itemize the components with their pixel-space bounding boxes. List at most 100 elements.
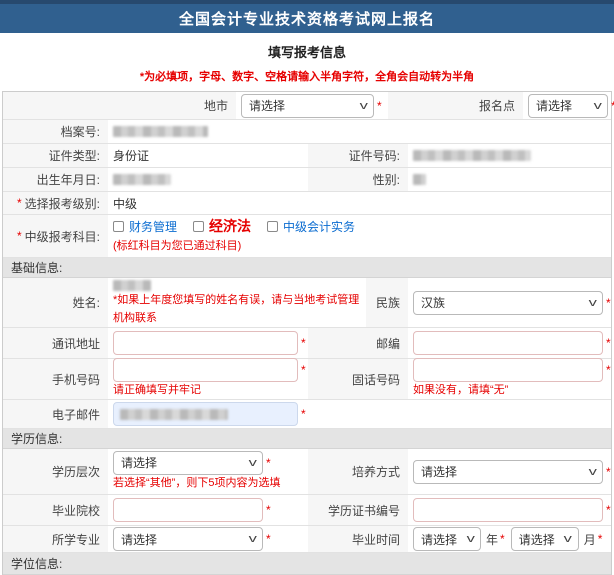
edu-level-label: 学历层次 [3,449,108,494]
section-basic-info: 基础信息: [3,258,611,278]
row-edulevel-training: 学历层次 请选择 v * 若选择“其他”，则下5项内容为选填 培养方式 请选择 … [3,449,611,495]
grad-year-select[interactable]: 请选择 v [413,527,481,551]
birth-label: 出生年月日: [3,168,108,191]
chevron-down-icon: v [248,533,256,545]
major-select[interactable]: 请选择 v [113,527,263,551]
address-label: 通讯地址 [3,328,108,358]
row-subjects: * 中级报考科目: 财务管理 经济法 中级会计实务 (标红科目为您已通过科目) [3,215,611,258]
chevron-down-icon: v [248,457,256,469]
address-input[interactable] [113,331,298,355]
city-select-value: 请选择 [249,97,285,114]
subject-checkbox-finance[interactable] [113,221,124,232]
edu-level-select[interactable]: 请选择 v [113,451,263,475]
site-select[interactable]: 请选择 v [528,94,608,118]
telephone-input[interactable] [413,358,603,382]
school-input[interactable] [113,498,263,522]
id-type-value: 身份证 [108,147,308,164]
required-mark: * [606,363,611,377]
registration-form: 地市 请选择 v * 报名点 请选择 v * 档案号: 证件类型: 身份证 证件… [2,91,612,575]
app-title: 全国会计专业技术资格考试网上报名 [179,8,435,29]
redacted-value [413,174,426,185]
section-education-info: 学历信息: [3,429,611,449]
required-mark: * [606,465,611,479]
name-note: *如果上年度您填写的姓名有误，请与当地考试管理机构联系 [113,292,363,326]
chevron-down-icon: v [588,466,596,478]
section-degree-info: 学位信息: [3,553,611,575]
training-mode-select-value: 请选择 [421,463,457,480]
grad-time-label: 毕业时间 [308,526,408,552]
subject-label-economic-law: 经济法 [209,216,251,236]
subject-checkbox-intermediate-practice[interactable] [267,221,278,232]
page-title: 填写报考信息 [0,42,614,61]
required-mark: * [606,296,611,310]
chevron-down-icon: v [593,100,601,112]
edu-level-select-value: 请选择 [121,454,157,471]
subject-checkbox-economic-law[interactable] [193,221,204,232]
grad-year-unit: 年 [486,531,498,548]
telephone-note: 如果没有，请填“无” [413,382,508,399]
site-label: 报名点 [388,92,523,119]
zipcode-label: 邮编 [308,328,408,358]
row-major-gradtime: 所学专业 请选择 v * 毕业时间 请选择 v 年* 请选择 v 月* [3,526,611,553]
id-type-label: 证件类型: [3,144,108,167]
chevron-down-icon: v [359,100,367,112]
redacted-value [113,280,151,291]
required-mark: * [301,363,306,377]
subject-label-finance: 财务管理 [129,218,177,235]
required-mark: * [266,503,271,517]
row-archive-no: 档案号: [3,120,611,144]
mobile-note: 请正确填写并牢记 [113,382,201,399]
required-note: *为必填项，字母、数字、空格请输入半角字符，全角会自动转为半角 [0,68,614,84]
level-label: 选择报考级别: [25,195,100,212]
row-level: * 选择报考级别: 中级 [3,192,611,215]
school-label: 毕业院校 [3,495,108,525]
grad-month-select[interactable]: 请选择 v [511,527,579,551]
required-mark: * [500,532,505,546]
row-email: 电子邮件 * [3,400,611,429]
telephone-label: 固话号码 [308,359,408,399]
site-select-value: 请选择 [536,97,572,114]
required-mark: * [606,503,611,517]
cert-no-label: 学历证书编号 [308,495,408,525]
app-header: 全国会计专业技术资格考试网上报名 [0,0,614,33]
city-select[interactable]: 请选择 v [241,94,374,118]
training-mode-label: 培养方式 [308,449,408,494]
chevron-down-icon: v [588,297,596,309]
email-input[interactable] [113,402,298,426]
subjects-label: 中级报考科目: [25,228,100,245]
ethnic-select[interactable]: 汉族 v [413,291,603,315]
city-label: 地市 [3,92,236,119]
row-birth-gender: 出生年月日: 性别: [3,168,611,192]
gender-label: 性别: [308,168,408,191]
level-value: 中级 [108,195,137,212]
mobile-label: 手机号码 [3,359,108,399]
form-intro: 填写报考信息 *为必填项，字母、数字、空格请输入半角字符，全角会自动转为半角 [0,33,614,84]
mobile-input[interactable] [113,358,298,382]
row-mobile-phone: 手机号码 * 请正确填写并牢记 固话号码 * 如果没有，请填“无” [3,359,611,400]
email-label: 电子邮件 [3,400,108,428]
required-mark: * [606,336,611,350]
required-mark: * [17,196,22,210]
subject-label-intermediate-practice: 中级会计实务 [283,218,355,235]
chevron-down-icon: v [564,533,572,545]
redacted-value [113,174,171,185]
chevron-down-icon: v [466,533,474,545]
cert-no-input[interactable] [413,498,603,522]
required-mark: * [266,456,271,470]
id-no-label: 证件号码: [308,144,408,167]
grad-month-unit: 月 [584,531,596,548]
grad-month-select-value: 请选择 [519,531,555,548]
row-address-zip: 通讯地址 * 邮编 * [3,328,611,359]
required-mark: * [266,532,271,546]
grad-year-select-value: 请选择 [421,531,457,548]
redacted-value [413,150,531,161]
training-mode-select[interactable]: 请选择 v [413,460,603,484]
row-name-ethnic: 姓名: *如果上年度您填写的姓名有误，请与当地考试管理机构联系 民族 汉族 v … [3,278,611,328]
required-mark: * [598,532,603,546]
row-city-site: 地市 请选择 v * 报名点 请选择 v * [3,92,611,120]
zipcode-input[interactable] [413,331,603,355]
row-id: 证件类型: 身份证 证件号码: [3,144,611,168]
required-mark: * [377,99,382,113]
major-select-value: 请选择 [121,531,157,548]
archive-no-label: 档案号: [3,120,108,143]
